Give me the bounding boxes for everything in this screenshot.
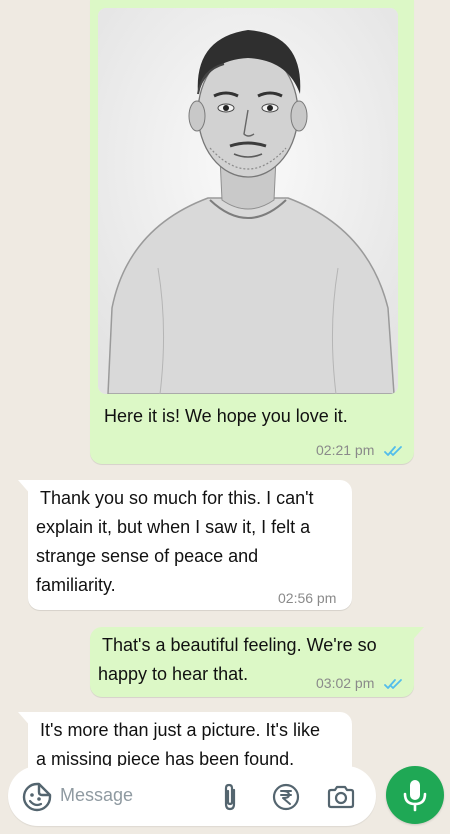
message-line: explain it, but when I saw it, I felt a <box>36 517 311 537</box>
message-line: Thank you so much for this. I can't <box>40 488 314 508</box>
portrait-sketch-image[interactable] <box>98 8 398 394</box>
message-line: It's more than just a picture. It's like <box>40 720 320 740</box>
outgoing-message[interactable]: That's a beautiful feeling. We're so hap… <box>90 627 424 697</box>
camera-icon[interactable] <box>326 784 356 810</box>
message-line: familiarity. <box>36 575 116 595</box>
sticker-icon[interactable] <box>22 782 52 812</box>
attach-icon[interactable] <box>220 782 240 812</box>
mic-icon <box>403 780 427 812</box>
voice-record-button[interactable] <box>386 766 444 824</box>
bubble-tail <box>18 480 32 496</box>
message-composer: Message <box>8 766 376 826</box>
message-line: happy to hear that. <box>98 664 249 684</box>
message-input[interactable]: Message <box>60 785 133 806</box>
message-text: Here it is! We hope you love it. <box>104 406 348 426</box>
chat-area: Here it is! We hope you love it. 02:21 p… <box>0 0 450 834</box>
message-time: 02:21 pm <box>316 442 375 458</box>
incoming-message[interactable]: Thank you so much for this. I can't expl… <box>18 480 352 610</box>
outgoing-image-message[interactable]: Here it is! We hope you love it. 02:21 p… <box>90 0 414 464</box>
bubble-tail <box>18 712 32 728</box>
payment-rupee-icon[interactable] <box>272 783 300 811</box>
message-time: 02:56 pm <box>278 590 337 606</box>
bubble-tail <box>410 627 424 643</box>
message-time: 03:02 pm <box>316 675 375 691</box>
read-ticks-icon <box>384 446 402 456</box>
read-ticks-icon <box>384 679 402 689</box>
message-line: strange sense of peace and <box>36 546 259 566</box>
message-line: That's a beautiful feeling. We're so <box>102 635 377 655</box>
